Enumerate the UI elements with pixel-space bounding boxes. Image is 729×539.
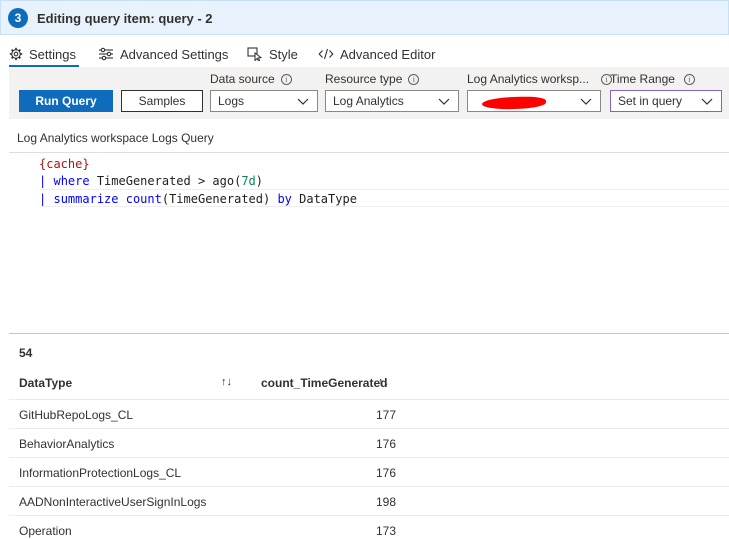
tab-style[interactable]: Style xyxy=(247,41,298,67)
chevron-down-icon xyxy=(701,98,713,105)
query-section-title: Log Analytics workspace Logs Query xyxy=(17,131,214,145)
cell-count: 176 xyxy=(375,466,396,480)
cursor-icon xyxy=(247,47,263,61)
table-row[interactable]: GitHubRepoLogs_CL 177 xyxy=(9,399,729,428)
editor-header: 3 Editing query item: query - 2 xyxy=(0,0,729,35)
tab-label: Advanced Editor xyxy=(340,46,436,62)
table-row[interactable]: BehaviorAnalytics 176 xyxy=(9,428,729,457)
dropdown-value: Logs xyxy=(218,94,245,108)
info-icon[interactable]: i xyxy=(683,73,695,85)
code-icon xyxy=(318,48,334,60)
data-source-dropdown[interactable]: Logs xyxy=(210,90,318,112)
time-range-label: Time Range i xyxy=(610,72,695,86)
dropdown-value: Log Analytics xyxy=(333,94,404,108)
cell-datatype: Operation xyxy=(19,524,72,538)
cell-count: 173 xyxy=(375,524,396,538)
chevron-down-icon xyxy=(438,98,450,105)
tab-advanced-settings[interactable]: Advanced Settings xyxy=(98,41,228,67)
column-header-count[interactable]: count_TimeGenerated xyxy=(261,376,387,390)
cell-count: 177 xyxy=(375,408,396,422)
cell-count: 176 xyxy=(375,437,396,451)
resource-type-label: Resource type i xyxy=(325,72,420,86)
data-source-label: Data source i xyxy=(210,72,292,86)
run-query-button[interactable]: Run Query xyxy=(19,90,113,112)
info-icon[interactable]: i xyxy=(280,73,292,85)
tab-label: Style xyxy=(269,46,298,62)
code-line: | where TimeGenerated > ago(7d) xyxy=(39,174,263,188)
tab-settings[interactable]: Settings xyxy=(9,41,79,67)
tab-advanced-editor[interactable]: Advanced Editor xyxy=(318,41,435,67)
step-badge: 3 xyxy=(8,8,28,28)
chevron-down-icon xyxy=(297,98,309,105)
sort-icon[interactable]: ↑↓ xyxy=(221,376,232,388)
chevron-down-icon xyxy=(580,98,592,105)
redaction-mark xyxy=(481,95,547,111)
column-header-datatype[interactable]: DataType xyxy=(19,376,72,390)
samples-button[interactable]: Samples xyxy=(121,90,203,112)
header-title: Editing query item: query - 2 xyxy=(37,11,213,26)
table-row[interactable]: AADNonInteractiveUserSignInLogs 198 xyxy=(9,486,729,515)
code-line-current: | summarize count(TimeGenerated) by Data… xyxy=(39,189,729,207)
tab-label: Settings xyxy=(29,46,76,62)
cell-datatype: GitHubRepoLogs_CL xyxy=(19,408,134,422)
tab-bar: Settings Advanced Settings Style Advance… xyxy=(0,36,729,67)
sort-icon[interactable]: ↑↓ xyxy=(378,376,389,388)
code-line: {cache} xyxy=(39,157,90,171)
result-count: 54 xyxy=(19,346,33,360)
tab-label: Advanced Settings xyxy=(120,46,229,62)
workspace-dropdown[interactable] xyxy=(467,90,601,112)
gear-icon xyxy=(9,47,23,61)
cell-datatype: InformationProtectionLogs_CL xyxy=(19,466,182,480)
sliders-icon xyxy=(99,47,113,61)
dropdown-value: Set in query xyxy=(618,94,683,108)
info-icon[interactable]: i xyxy=(408,73,420,85)
resource-type-dropdown[interactable]: Log Analytics xyxy=(325,90,459,112)
cell-datatype: BehaviorAnalytics xyxy=(19,437,115,451)
cell-count: 198 xyxy=(375,495,396,509)
time-range-dropdown[interactable]: Set in query xyxy=(610,90,722,112)
workspace-label: Log Analytics worksp... i xyxy=(467,72,613,86)
table-row[interactable]: InformationProtectionLogs_CL 176 xyxy=(9,457,729,486)
cell-datatype: AADNonInteractiveUserSignInLogs xyxy=(19,495,207,509)
query-editor[interactable]: {cache} | where TimeGenerated > ago(7d) … xyxy=(9,152,729,334)
table-row[interactable]: Operation 173 xyxy=(9,515,729,539)
